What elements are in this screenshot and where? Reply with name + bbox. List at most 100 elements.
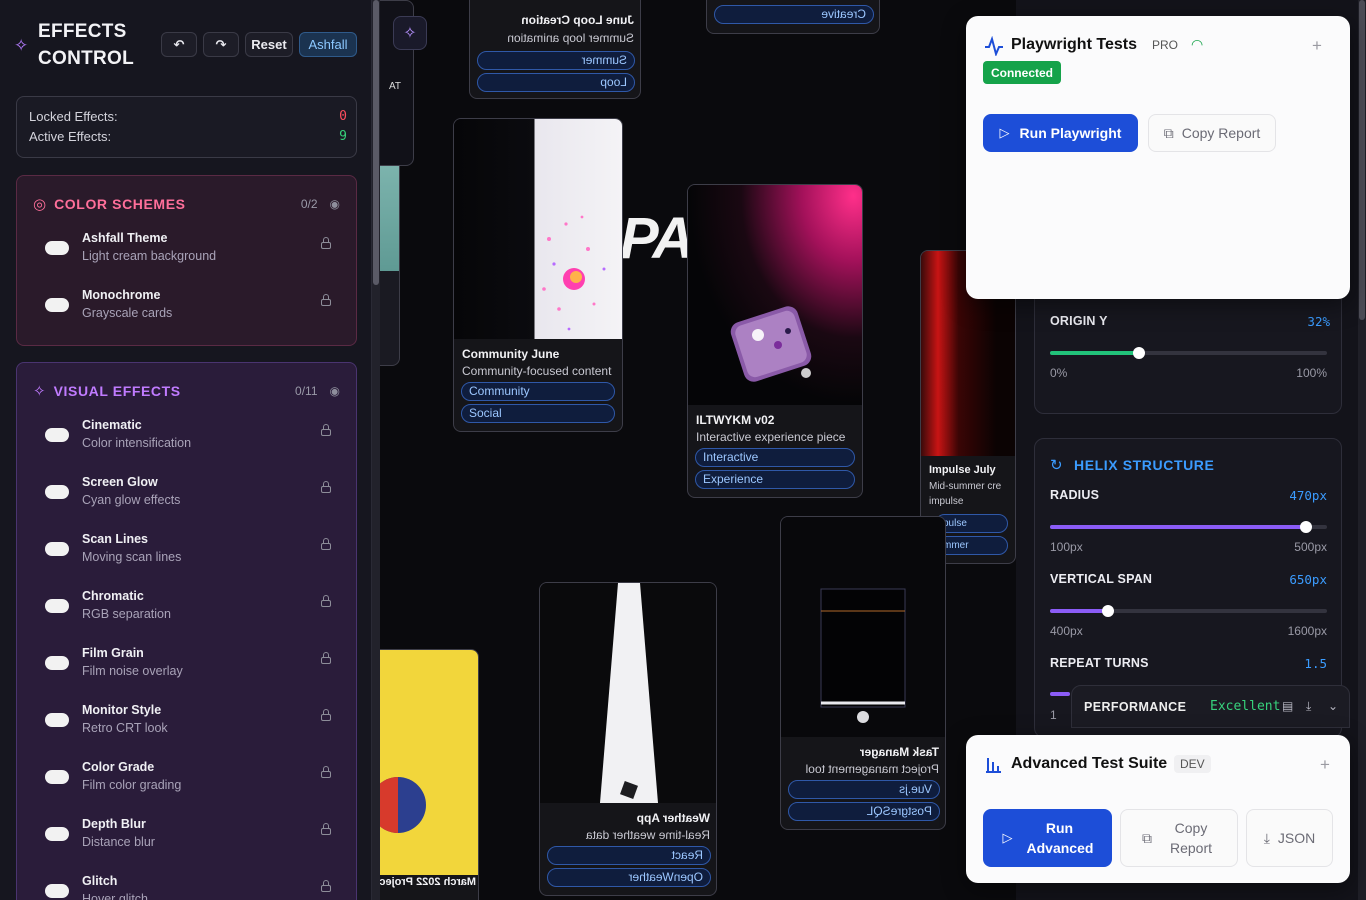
card-creative-top[interactable]: Creative <box>706 0 880 34</box>
helix-panel-scrollbar[interactable] <box>1358 0 1366 900</box>
color-schemes-header[interactable]: ◎ COLOR SCHEMES 0/2 ◉ <box>33 194 340 214</box>
repeat-turns-value: 1.5 <box>1304 656 1327 671</box>
card-title: ILTWYKM v02 <box>696 413 775 427</box>
card-tag[interactable]: Community <box>461 382 615 401</box>
effect-item[interactable]: Depth Blur Distance blur <box>45 817 335 857</box>
expand-icon[interactable]: + <box>1312 36 1322 56</box>
slider-fill <box>1050 609 1109 613</box>
card-tag[interactable]: Vue.js <box>788 780 940 799</box>
lock-icon[interactable] <box>321 424 331 436</box>
effect-item-monochrome[interactable]: Monochrome Grayscale cards <box>45 288 335 328</box>
eye-icon[interactable]: ◉ <box>330 197 340 211</box>
card-title: Weather App <box>636 811 710 825</box>
json-export-button[interactable]: ⤓ JSON <box>1246 809 1333 867</box>
effect-item[interactable]: Scan Lines Moving scan lines <box>45 532 335 572</box>
copy-report-label: Copy Report <box>1181 125 1261 141</box>
effect-toggle[interactable] <box>45 542 69 556</box>
effect-toggle[interactable] <box>45 599 69 613</box>
lock-icon[interactable] <box>321 652 331 664</box>
card-tag[interactable]: Creative <box>714 5 874 24</box>
effect-toggle[interactable] <box>45 428 69 442</box>
lock-icon[interactable] <box>321 880 331 892</box>
effect-toggle[interactable] <box>45 298 69 312</box>
origin-y-slider[interactable] <box>1050 347 1327 359</box>
card-tag[interactable]: React <box>547 846 711 865</box>
effect-name: Glitch <box>82 874 118 888</box>
advanced-title: Advanced Test Suite <box>1011 755 1168 772</box>
scrollbar-thumb[interactable] <box>1359 0 1365 320</box>
card-community-june[interactable]: Community June Community-focused content… <box>453 118 623 432</box>
run-advanced-button[interactable]: ▷ Run Advanced <box>983 809 1112 867</box>
card-tag[interactable]: Experience <box>695 470 855 489</box>
undo-button[interactable]: ↶ <box>161 32 197 57</box>
effect-item[interactable]: Color Grade Film color grading <box>45 760 335 800</box>
effect-toggle[interactable] <box>45 884 69 898</box>
effect-desc: Color intensification <box>82 436 192 450</box>
run-playwright-button[interactable]: ▷ Run Playwright <box>983 114 1138 152</box>
lock-icon[interactable] <box>321 538 331 550</box>
card-tag[interactable]: Social <box>461 404 615 423</box>
refresh-icon: ↻ <box>1050 457 1063 474</box>
effect-item[interactable]: Chromatic RGB separation <box>45 589 335 629</box>
effect-item[interactable]: Monitor Style Retro CRT look <box>45 703 335 743</box>
card-weather-app[interactable]: Weather App Real-time weather data React… <box>539 582 717 896</box>
slider-min: 0% <box>1050 366 1068 380</box>
card-tag[interactable]: Interactive <box>695 448 855 467</box>
effect-item[interactable]: Glitch Hover glitch <box>45 874 335 900</box>
redo-button[interactable]: ↷ <box>203 32 239 57</box>
card-iltwykm[interactable]: ILTWYKM v02 Interactive experience piece… <box>687 184 863 498</box>
effect-toggle[interactable] <box>45 485 69 499</box>
card-tag[interactable]: Loop <box>477 73 635 92</box>
card-tag[interactable]: OpenWeather <box>547 868 711 887</box>
lock-icon[interactable] <box>321 709 331 721</box>
env-badge: DEV <box>1174 755 1211 773</box>
effect-toggle[interactable] <box>45 241 69 255</box>
eye-icon[interactable]: ◉ <box>330 384 340 398</box>
radius-value: 470px <box>1289 488 1327 503</box>
vertical-span-slider[interactable] <box>1050 605 1327 617</box>
lock-icon[interactable] <box>321 294 331 306</box>
performance-bar[interactable]: PERFORMANCE Excellent ▤ ⤓ ⌄ <box>1071 685 1350 728</box>
scrollbar-thumb[interactable] <box>373 0 379 285</box>
visual-effects-group: ✧ VISUAL EFFECTS 0/11 ◉ Cinematic Color i… <box>16 362 357 900</box>
chevron-down-icon[interactable]: ⌄ <box>1328 699 1338 713</box>
effect-toggle[interactable] <box>45 656 69 670</box>
left-panel-scrollbar[interactable] <box>372 0 380 900</box>
effect-item[interactable]: Screen Glow Cyan glow effects <box>45 475 335 515</box>
lock-icon[interactable] <box>321 595 331 607</box>
visual-effects-header[interactable]: ✧ VISUAL EFFECTS 0/11 ◉ <box>33 381 340 401</box>
copy-report-label: Copy Report <box>1169 820 1213 856</box>
radius-slider[interactable] <box>1050 521 1327 533</box>
effects-control-panel: ✧ EFFECTS CONTROL ↶ ↷ Reset Ashfall Lock… <box>0 0 372 900</box>
effect-toggle[interactable] <box>45 770 69 784</box>
effect-item[interactable]: Cinematic Color intensification <box>45 418 335 458</box>
effect-item-ashfall-theme[interactable]: Ashfall Theme Light cream background <box>45 231 335 271</box>
expand-icon[interactable]: + <box>1320 755 1330 775</box>
lock-icon[interactable] <box>321 766 331 778</box>
effect-toggle[interactable] <box>45 827 69 841</box>
group-title: VISUAL EFFECTS <box>53 383 181 399</box>
effect-toggle[interactable] <box>45 713 69 727</box>
lock-icon[interactable] <box>321 481 331 493</box>
effects-toggle-button[interactable]: ✧ <box>393 16 427 50</box>
slider-knob[interactable] <box>1132 347 1145 359</box>
card-desc: Community-focused content <box>462 364 612 378</box>
card-june-loop[interactable]: June Loop Creation Summer loop animation… <box>469 0 641 99</box>
play-icon: ▷ <box>1002 830 1013 845</box>
playwright-title: Playwright Tests <box>1011 36 1137 53</box>
card-tag[interactable]: Summer <box>477 51 635 70</box>
copy-report-button[interactable]: ⧉ Copy Report <box>1148 114 1276 152</box>
document-icon[interactable]: ▤ <box>1282 699 1293 713</box>
card-tag[interactable]: PostgreSQL <box>788 802 940 821</box>
ashfall-theme-button[interactable]: Ashfall <box>299 32 357 57</box>
copy-report-button[interactable]: ⧉ Copy Report <box>1120 809 1238 867</box>
repeat-turns-slider[interactable] <box>1050 692 1070 696</box>
download-icon[interactable]: ⤓ <box>1306 699 1311 714</box>
lock-icon[interactable] <box>321 823 331 835</box>
lock-icon[interactable] <box>321 237 331 249</box>
reset-button[interactable]: Reset <box>245 32 293 57</box>
effect-item[interactable]: Film Grain Film noise overlay <box>45 646 335 686</box>
sparkle-icon: ✧ <box>14 36 29 55</box>
performance-label: PERFORMANCE <box>1084 700 1187 714</box>
card-task-manager[interactable]: Task Manager Project management tool Vue… <box>780 516 946 830</box>
